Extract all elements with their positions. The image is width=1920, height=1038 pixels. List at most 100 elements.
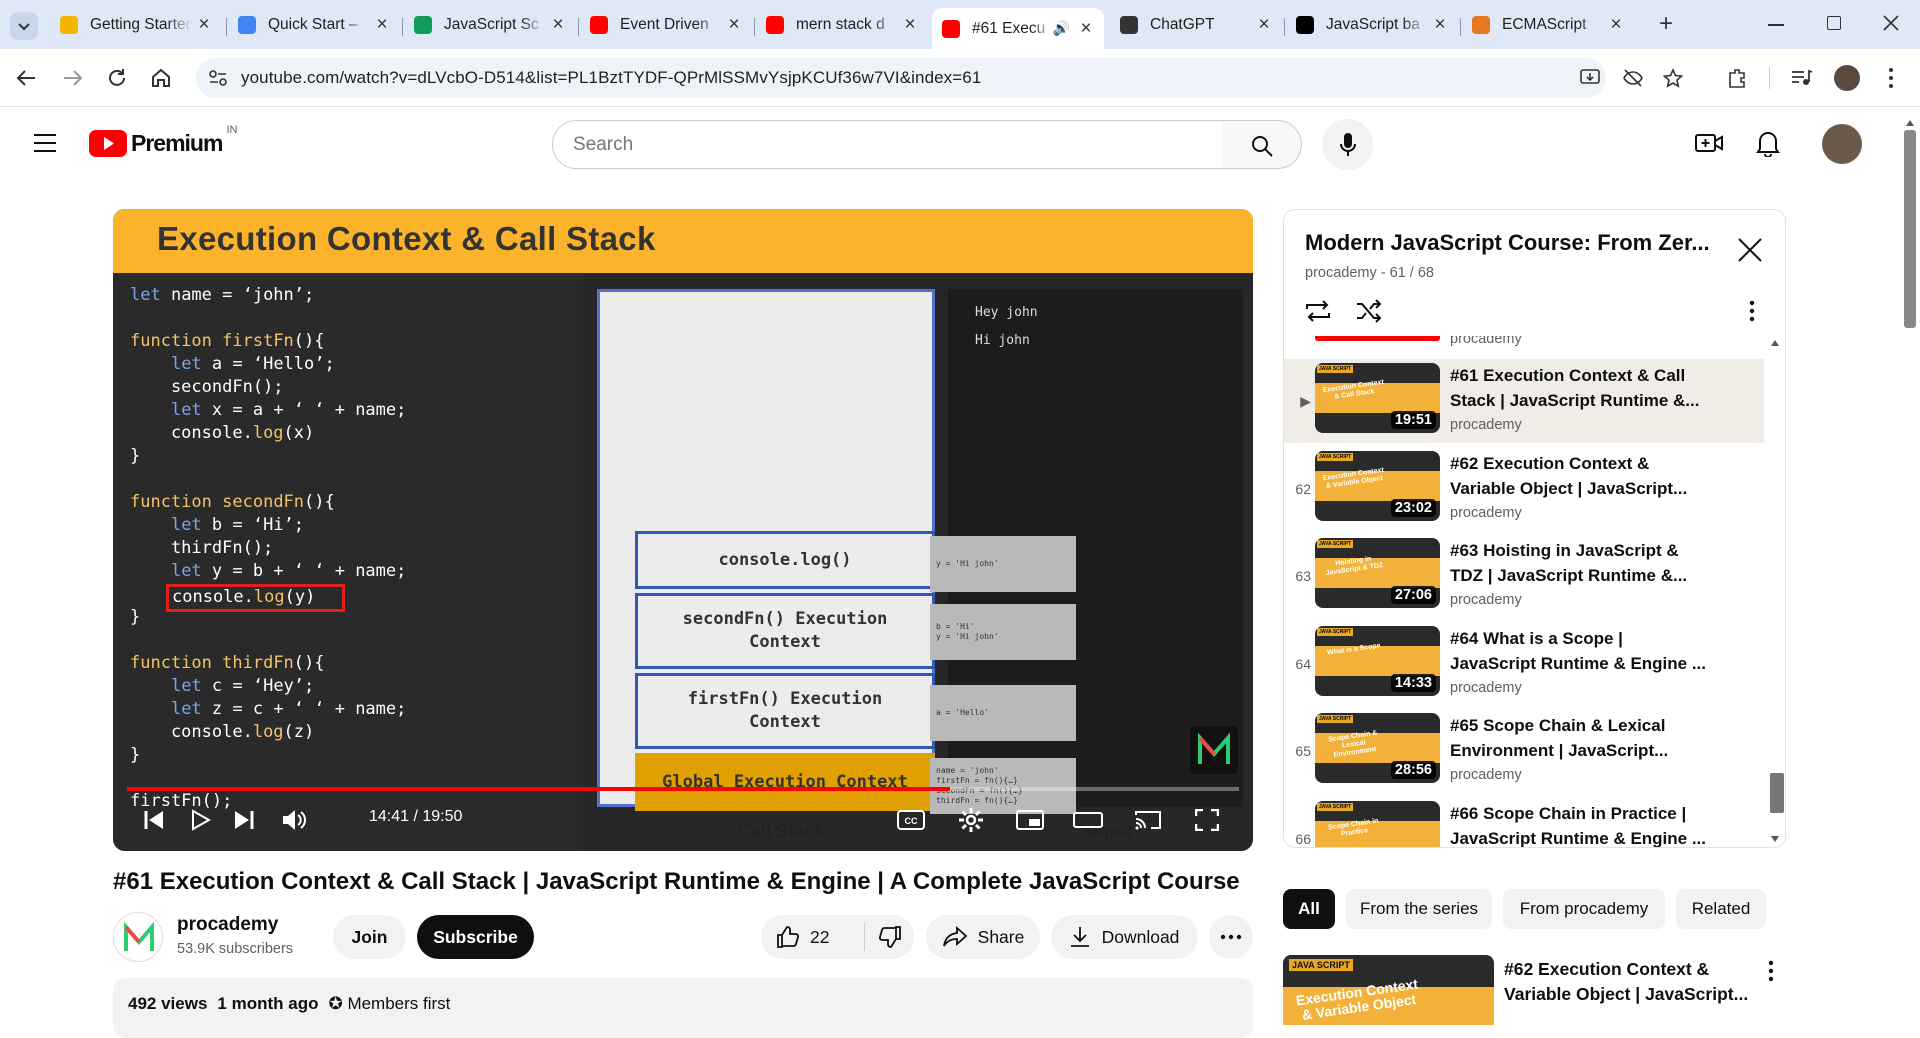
browser-tab[interactable]: JavaScript Sc × (404, 8, 576, 42)
extensions-icon[interactable] (1726, 67, 1748, 89)
next-icon[interactable] (233, 809, 255, 831)
theater-mode-icon[interactable] (1073, 812, 1103, 828)
more-actions-button[interactable] (1209, 915, 1253, 959)
playlist-item[interactable]: ▶ JAVA SCRIPT Execution Context & Call Sta… (1284, 359, 1764, 443)
hamburger-menu-icon[interactable] (33, 133, 57, 153)
tab-search-button[interactable] (10, 12, 38, 40)
playlist-item-thumbnail[interactable]: JAVA SCRIPT Scope Chain & Lexical Environ… (1315, 713, 1440, 783)
playlist-scrollbar[interactable] (1766, 336, 1785, 847)
close-icon[interactable] (1737, 237, 1763, 263)
close-window-icon[interactable] (1882, 14, 1900, 32)
playlist-item-title[interactable]: #66 Scope Chain in Practice | JavaScript… (1450, 801, 1710, 848)
playlist-item-title[interactable]: #63 Hoisting in JavaScript & TDZ | JavaS… (1450, 538, 1710, 588)
browser-tab[interactable]: Event Driven × (580, 8, 752, 42)
eye-off-icon[interactable] (1622, 68, 1644, 88)
browser-tab[interactable]: JavaScript ba × (1286, 8, 1458, 42)
tab-close-icon[interactable]: × (902, 14, 918, 36)
tab-close-icon[interactable]: × (1256, 14, 1272, 36)
description-box[interactable]: 492 views 1 month ago ✪ Members first (113, 978, 1253, 1038)
browser-tab[interactable]: mern stack d × (756, 8, 928, 42)
voice-search-button[interactable] (1322, 119, 1373, 170)
miniplayer-icon[interactable] (1016, 810, 1044, 830)
subscribe-button[interactable]: Subscribe (417, 915, 534, 959)
channel-avatar[interactable] (113, 912, 163, 962)
restore-button[interactable] (1827, 16, 1841, 30)
playlist-item[interactable]: 65 JAVA SCRIPT Scope Chain & Lexical Envir… (1284, 709, 1764, 793)
tab-close-icon[interactable]: × (1078, 18, 1094, 40)
profile-avatar[interactable] (1834, 65, 1860, 91)
download-button[interactable]: Download (1051, 915, 1198, 959)
browser-tab-active[interactable]: #61 Execu 🔊 × (932, 8, 1104, 49)
volume-icon[interactable] (281, 808, 307, 832)
recommended-title[interactable]: #62 Execution Context & Variable Object … (1504, 957, 1754, 1007)
filter-chip[interactable]: From procademy (1503, 889, 1665, 929)
play-icon[interactable] (191, 809, 211, 831)
playlist-item-title[interactable]: #65 Scope Chain & Lexical Environment | … (1450, 713, 1710, 763)
recommended-more-icon[interactable] (1768, 960, 1774, 982)
install-app-icon[interactable] (1580, 69, 1600, 87)
progress-bar[interactable] (127, 787, 1239, 791)
browser-tab[interactable]: Quick Start – × (228, 8, 400, 42)
playlist-item-title[interactable]: #64 What is a Scope | JavaScript Runtime… (1450, 626, 1710, 676)
join-button[interactable]: Join (333, 915, 406, 959)
playlist-more-icon[interactable] (1749, 300, 1755, 322)
like-button[interactable]: 22 (761, 915, 864, 959)
browser-tab[interactable]: ECMAScript × (1462, 8, 1634, 42)
filter-chip[interactable]: All (1283, 889, 1335, 929)
playlist-item-thumbnail[interactable]: JAVA SCRIPT Hoisting in JavaScript & TDZ 2… (1315, 538, 1440, 608)
scroll-down-arrow[interactable] (1771, 836, 1779, 842)
cast-icon[interactable] (1134, 809, 1162, 831)
filter-chip[interactable]: Related (1676, 889, 1766, 929)
reload-icon[interactable] (106, 67, 128, 89)
video-player[interactable]: Execution Context & Call Stack let name … (113, 209, 1253, 851)
notifications-bell-icon[interactable] (1756, 129, 1780, 157)
channel-watermark-logo[interactable] (1190, 726, 1238, 774)
loop-icon[interactable] (1304, 299, 1332, 323)
channel-name[interactable]: procademy (177, 914, 278, 936)
share-button[interactable]: Share (926, 915, 1040, 959)
browser-tab[interactable]: Getting Started × (50, 8, 222, 42)
playlist-item-title[interactable]: #61 Execution Context & Call Stack | Jav… (1450, 363, 1710, 413)
playlist-title[interactable]: Modern JavaScript Course: From Zer... (1305, 230, 1710, 256)
tab-close-icon[interactable]: × (550, 14, 566, 36)
recommended-thumbnail[interactable]: JAVA SCRIPT Execution Context & Variable… (1283, 955, 1494, 1025)
minimize-button[interactable] (1768, 24, 1784, 26)
search-button[interactable] (1222, 120, 1302, 169)
browser-menu-icon[interactable] (1888, 67, 1894, 89)
address-bar[interactable]: youtube.com/watch?v=dLVcbO-D514&list=PL1… (196, 58, 1683, 98)
playlist-item[interactable]: 63 JAVA SCRIPT Hoisting in JavaScript & TD… (1284, 534, 1764, 618)
playlist-item[interactable]: 64 JAVA SCRIPT What is a Scope 14:33 #64 Wha… (1284, 622, 1764, 706)
create-video-icon[interactable] (1695, 131, 1723, 155)
back-arrow-icon[interactable] (15, 68, 37, 88)
shuffle-icon[interactable] (1355, 299, 1383, 323)
page-scroll-thumb[interactable] (1904, 130, 1916, 328)
captions-icon[interactable]: CC (897, 810, 925, 830)
tab-close-icon[interactable]: × (1608, 14, 1624, 36)
site-info-icon[interactable] (208, 69, 228, 87)
playlist-item-thumbnail[interactable]: JAVA SCRIPTScope Chain in Practice15:09 (1315, 800, 1440, 847)
tab-audio-icon[interactable]: 🔊 (1053, 20, 1070, 37)
settings-gear-icon[interactable] (958, 807, 984, 833)
playlist-item-thumbnail[interactable]: JAVA SCRIPT Execution Context & Call Stac… (1315, 363, 1440, 433)
browser-tab[interactable]: ChatGPT × (1110, 8, 1282, 42)
playlist-item[interactable]: 66JAVA SCRIPTScope Chain in Practice15:0… (1284, 797, 1764, 848)
page-scroll-up-arrow[interactable] (1906, 120, 1914, 126)
account-avatar[interactable] (1822, 124, 1862, 164)
page-scrollbar[interactable] (1903, 120, 1917, 1020)
search-input[interactable] (573, 134, 1173, 156)
youtube-premium-logo[interactable]: Premium IN (89, 124, 237, 157)
new-tab-button[interactable]: + (1652, 10, 1680, 38)
tab-close-icon[interactable]: × (726, 14, 742, 36)
forward-arrow-icon[interactable] (62, 68, 84, 88)
tab-close-icon[interactable]: × (1432, 14, 1448, 36)
playlist-item[interactable]: 62 JAVA SCRIPT Execution Context & Variabl… (1284, 447, 1764, 531)
previous-icon[interactable] (143, 809, 165, 831)
fullscreen-icon[interactable] (1195, 809, 1219, 831)
playlist-item-thumbnail[interactable]: JAVA SCRIPT Execution Context & Variable … (1315, 450, 1440, 521)
playlist-item-thumbnail[interactable]: JAVA SCRIPT What is a Scope 14:33 (1315, 625, 1440, 696)
media-control-icon[interactable] (1790, 68, 1812, 88)
dislike-button[interactable] (865, 915, 914, 959)
tab-close-icon[interactable]: × (196, 14, 212, 36)
scroll-thumb[interactable] (1770, 773, 1784, 813)
tab-close-icon[interactable]: × (374, 14, 390, 36)
